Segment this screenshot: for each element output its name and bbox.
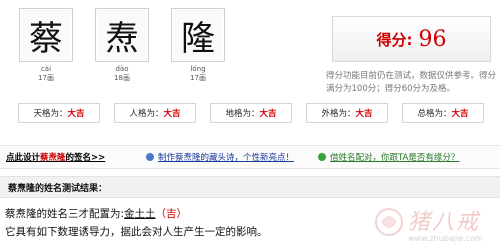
grid-value: 大吉 bbox=[259, 109, 277, 119]
character-strokes: 17画 bbox=[38, 74, 54, 82]
result-section-header: 蔡焘隆的姓名测试结果： bbox=[0, 176, 500, 198]
grid-name: 外格为： bbox=[321, 109, 356, 119]
character-pinyin: cài bbox=[40, 65, 52, 73]
sancai-config-line: 蔡焘隆的姓名三才配置为:金土土（吉） bbox=[5, 206, 187, 221]
design-link-name: 蔡焘隆 bbox=[40, 153, 66, 163]
sancai-fortune: （吉） bbox=[155, 208, 188, 220]
watermark-text: 猪八戒 bbox=[408, 210, 481, 235]
character-strokes: 17画 bbox=[190, 74, 206, 82]
design-link-prefix: 点此设计 bbox=[6, 153, 41, 163]
sancai-value: 金土土 bbox=[124, 208, 156, 220]
name-pairing-link[interactable]: 借姓名配对，你跟TA是否有缘分？ bbox=[318, 151, 459, 163]
design-signature-link[interactable]: 点此设计蔡焘隆的签名>> bbox=[6, 151, 105, 163]
grid-value: 大吉 bbox=[67, 109, 85, 119]
score-note: 得分功能目前仍在测试，数据仅供参考。得分满分为100分；得分60分为及格。 bbox=[326, 71, 497, 94]
character-pinyin: dào bbox=[115, 65, 129, 73]
design-link-suffix: 的签名>> bbox=[65, 153, 106, 163]
bullet-dot-icon bbox=[318, 153, 326, 161]
grid-zong: 总格为： 大吉 bbox=[402, 103, 484, 123]
grid-di: 地格为： 大吉 bbox=[210, 103, 292, 123]
grid-ren: 人格为： 大吉 bbox=[114, 103, 196, 123]
character-glyph: 蔡 bbox=[19, 8, 73, 62]
watermark: 猪八戒 www.zhubajie.com bbox=[372, 200, 498, 250]
grid-name: 地格为： bbox=[225, 109, 260, 119]
bullet-dot-icon bbox=[146, 153, 154, 161]
score-label: 得分: bbox=[376, 30, 413, 49]
five-grids-row: 天格为： 大吉 人格为： 大吉 地格为： 大吉 外格为： 大吉 总格为： 大吉 bbox=[18, 103, 484, 123]
acrostic-poem-link[interactable]: 制作蔡焘隆的藏头诗，个性新亮点！ bbox=[146, 151, 294, 163]
watermark-logo-icon bbox=[375, 208, 403, 236]
name-test-result-page: 蔡 cài 17画 焘 dào 18画 隆 lóng 17画 得分: 96 得分… bbox=[0, 0, 500, 251]
grid-name: 人格为： bbox=[129, 109, 164, 119]
grid-name: 天格为： bbox=[33, 109, 68, 119]
grid-value: 大吉 bbox=[451, 109, 469, 119]
sancai-description: 它具有如下数理诱导力，据此会对人生产生一定的影响。 bbox=[5, 226, 268, 238]
character-card: 隆 lóng 17画 bbox=[160, 8, 236, 83]
grid-value: 大吉 bbox=[355, 109, 373, 119]
score-value: 96 bbox=[418, 26, 447, 52]
grid-value: 大吉 bbox=[163, 109, 181, 119]
links-bar: 点此设计蔡焘隆的签名>> 制作蔡焘隆的藏头诗，个性新亮点！ 借姓名配对，你跟TA… bbox=[0, 145, 500, 169]
score-panel: 得分: 96 bbox=[332, 16, 491, 62]
grid-tian: 天格为： 大吉 bbox=[18, 103, 100, 123]
character-glyph: 隆 bbox=[171, 8, 225, 62]
acrostic-link-label: 制作蔡焘隆的藏头诗，个性新亮点！ bbox=[158, 153, 295, 163]
grid-wai: 外格为： 大吉 bbox=[306, 103, 388, 123]
name-characters: 蔡 cài 17画 焘 dào 18画 隆 lóng 17画 bbox=[8, 8, 236, 83]
character-strokes: 18画 bbox=[114, 74, 130, 82]
watermark-url: www.zhubajie.com bbox=[408, 234, 483, 243]
pairing-link-label: 借姓名配对，你跟TA是否有缘分？ bbox=[330, 153, 460, 163]
character-pinyin: lóng bbox=[190, 65, 206, 73]
sancai-prefix: 蔡焘隆的姓名三才配置为: bbox=[5, 208, 125, 220]
character-glyph: 焘 bbox=[95, 8, 149, 62]
character-card: 蔡 cài 17画 bbox=[8, 8, 84, 83]
grid-name: 总格为： bbox=[417, 109, 452, 119]
section-title: 蔡焘隆的姓名测试结果： bbox=[8, 184, 108, 194]
character-card: 焘 dào 18画 bbox=[84, 8, 160, 83]
